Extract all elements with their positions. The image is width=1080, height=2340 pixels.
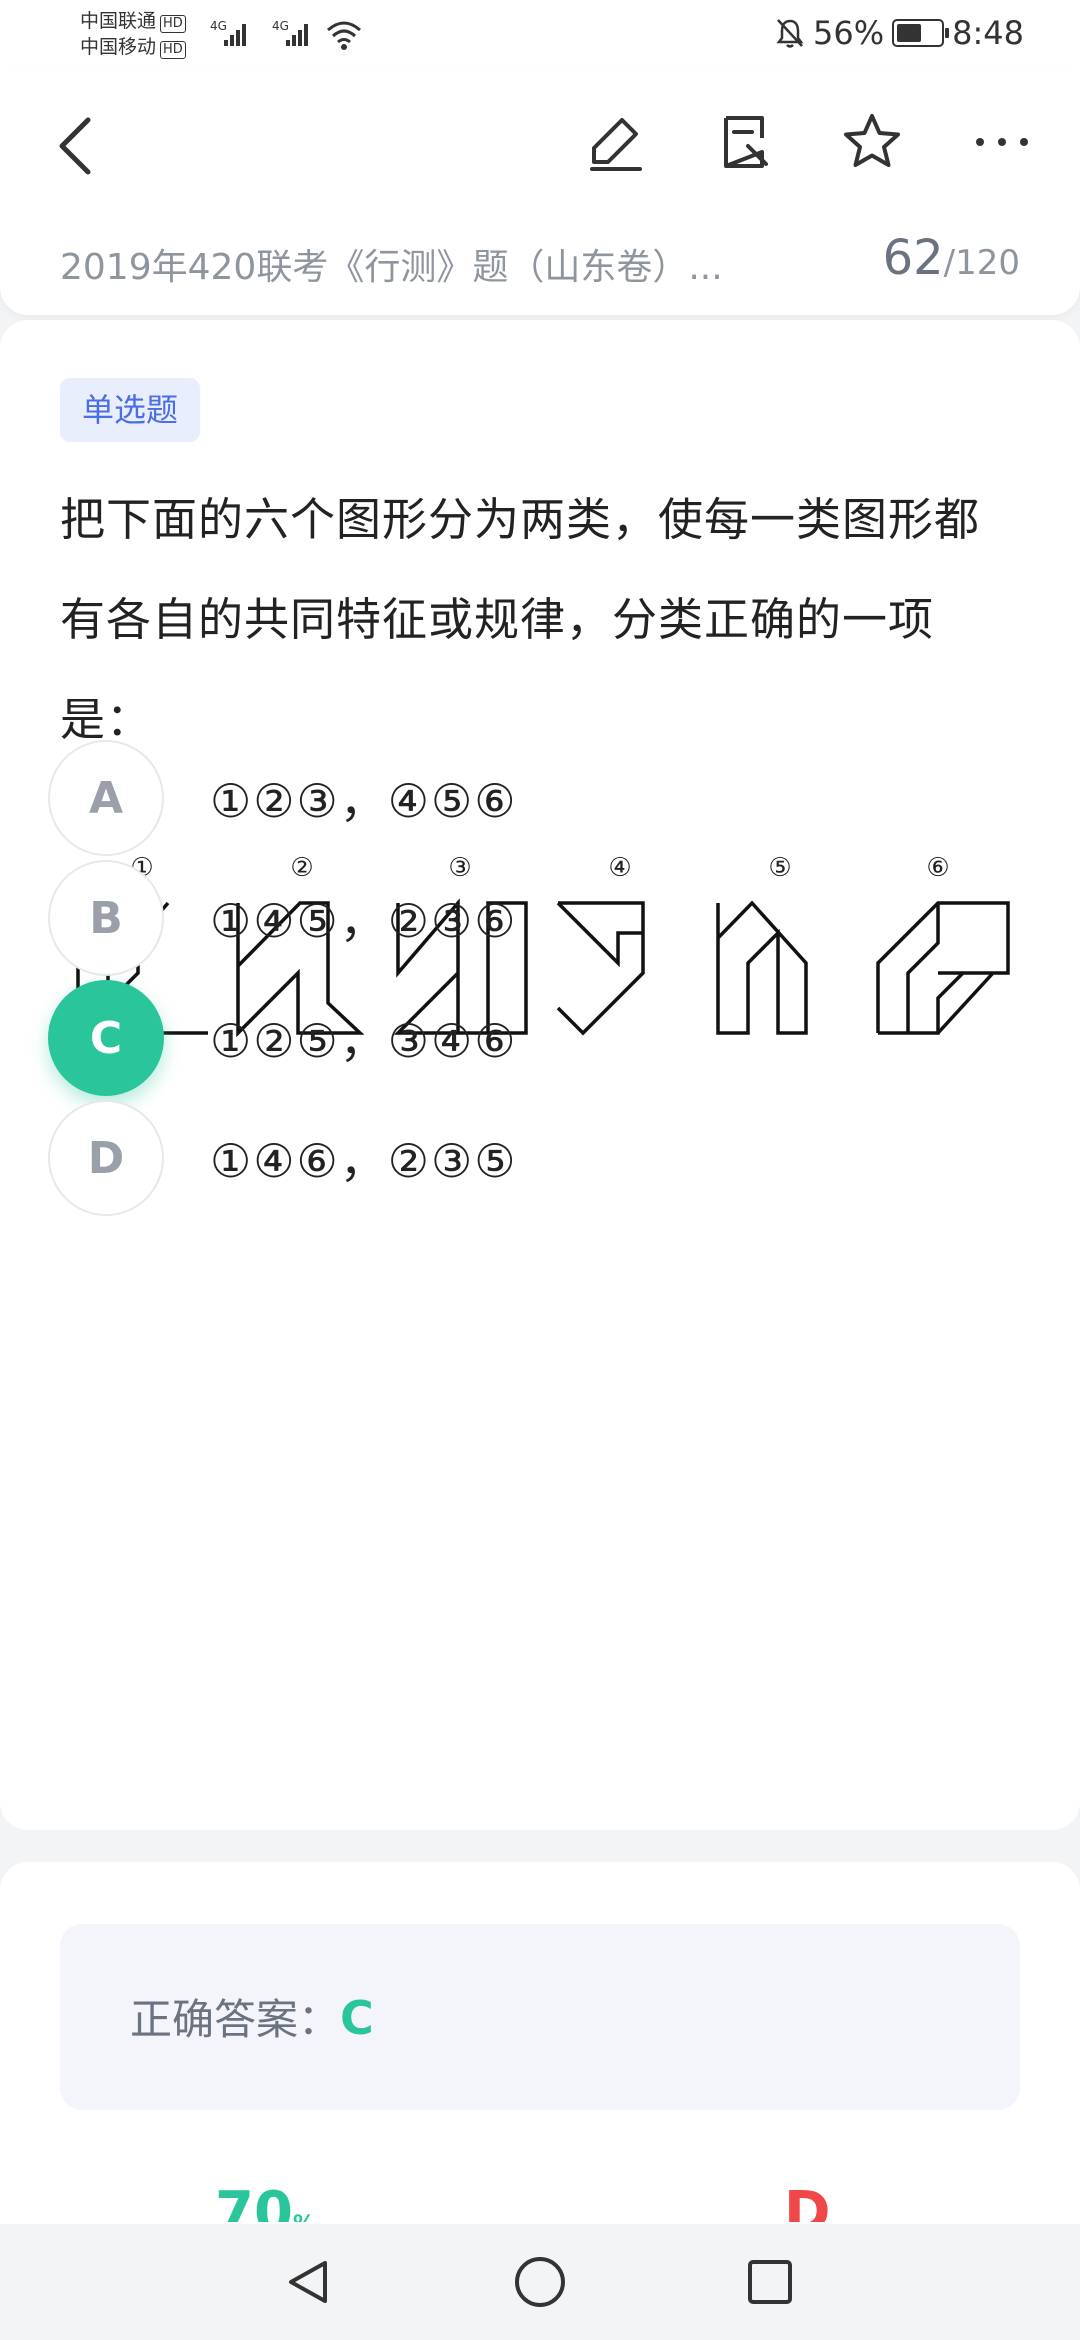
mute-bell-icon	[776, 19, 804, 48]
option-d[interactable]: D ①④⑥，②③⑤	[48, 1098, 1038, 1218]
document-search-icon	[724, 116, 768, 168]
nav-recents-button[interactable]	[742, 2254, 798, 2310]
option-b[interactable]: B ①④⑤，②③⑥	[48, 858, 1038, 978]
battery-percent: 56%	[813, 14, 885, 52]
accuracy-value: 70	[215, 2180, 293, 2222]
header: 2019年420联考《行测》题（山东卷）... 62/120	[0, 70, 1080, 315]
network-type-1: 4G	[210, 19, 227, 33]
question-card: 单选题 把下面的六个图形分为两类，使每一类图形都有各自的共同特征或规律，分类正确…	[0, 320, 1080, 1830]
star-icon	[844, 114, 900, 167]
progress-current: 62	[882, 230, 944, 286]
carrier-1: 中国联通	[80, 10, 157, 32]
signal-icons: 4G 4G	[210, 18, 370, 58]
answer-section: 正确答案：C 70% D	[0, 1862, 1080, 2242]
option-a-text: ①②③，④⑤⑥	[210, 774, 518, 828]
note-button[interactable]	[580, 106, 652, 178]
signal-bars-2-icon	[286, 24, 308, 46]
answer-value: C	[340, 1991, 374, 2045]
battery-icon	[892, 19, 950, 47]
accuracy-unit: %	[293, 2212, 315, 2222]
answer-label-text: 正确答案：	[130, 1995, 341, 2044]
system-nav-bar	[0, 2224, 1080, 2340]
option-c-letter: C	[48, 980, 164, 1096]
nav-home-button[interactable]	[512, 2254, 568, 2310]
more-button[interactable]	[966, 106, 1038, 178]
chevron-left-icon	[59, 117, 91, 175]
answer-label: 正确答案：C	[130, 1986, 374, 2047]
question-type-badge: 单选题	[60, 378, 201, 442]
option-a[interactable]: A ①②③，④⑤⑥	[48, 738, 1038, 858]
carrier-2: 中国移动	[80, 36, 157, 58]
signal-bars-1-icon	[224, 24, 246, 46]
option-d-text: ①④⑥，②③⑤	[210, 1134, 518, 1188]
status-bar: 中国联通 HD 中国移动 HD 4G 4G 56% 8:48	[0, 0, 1080, 70]
option-b-text: ①④⑤，②③⑥	[210, 894, 518, 948]
progress-total: /120	[943, 243, 1020, 283]
question-progress: 62/120	[883, 230, 1020, 286]
wifi-icon	[327, 21, 361, 44]
circle-home-icon	[515, 2257, 565, 2307]
answer-box: 正确答案：C	[60, 1924, 1020, 2110]
option-c-text: ①②⑤，③④⑥	[210, 1014, 518, 1068]
favorite-button[interactable]	[836, 106, 908, 178]
common-wrong-answer: D	[784, 2180, 831, 2222]
hd-badge-2: HD	[160, 41, 186, 59]
pencil-icon	[590, 118, 642, 171]
answer-sheet-button[interactable]	[708, 106, 780, 178]
option-d-letter: D	[48, 1100, 164, 1216]
hd-badge-1: HD	[160, 15, 186, 33]
more-dots-icon	[976, 138, 1028, 146]
clock: 8:48	[952, 14, 1024, 52]
nav-back-button[interactable]	[280, 2254, 336, 2310]
square-recents-icon	[748, 2260, 792, 2304]
question-stem: 把下面的六个图形分为两类，使每一类图形都有各自的共同特征或规律，分类正确的一项是…	[60, 493, 981, 746]
status-right: 56% 8:48	[775, 14, 1024, 52]
back-button[interactable]	[52, 110, 108, 182]
carrier-info: 中国联通 HD 中国移动 HD	[80, 8, 186, 60]
accuracy-stat: 70%	[215, 2180, 315, 2222]
paper-title: 2019年420联考《行测》题（山东卷）...	[60, 247, 723, 288]
triangle-back-icon	[289, 2261, 327, 2303]
option-b-letter: B	[48, 860, 164, 976]
option-c[interactable]: C ①②⑤，③④⑥	[48, 978, 1038, 1098]
option-a-letter: A	[48, 740, 164, 856]
network-type-2: 4G	[272, 19, 289, 33]
